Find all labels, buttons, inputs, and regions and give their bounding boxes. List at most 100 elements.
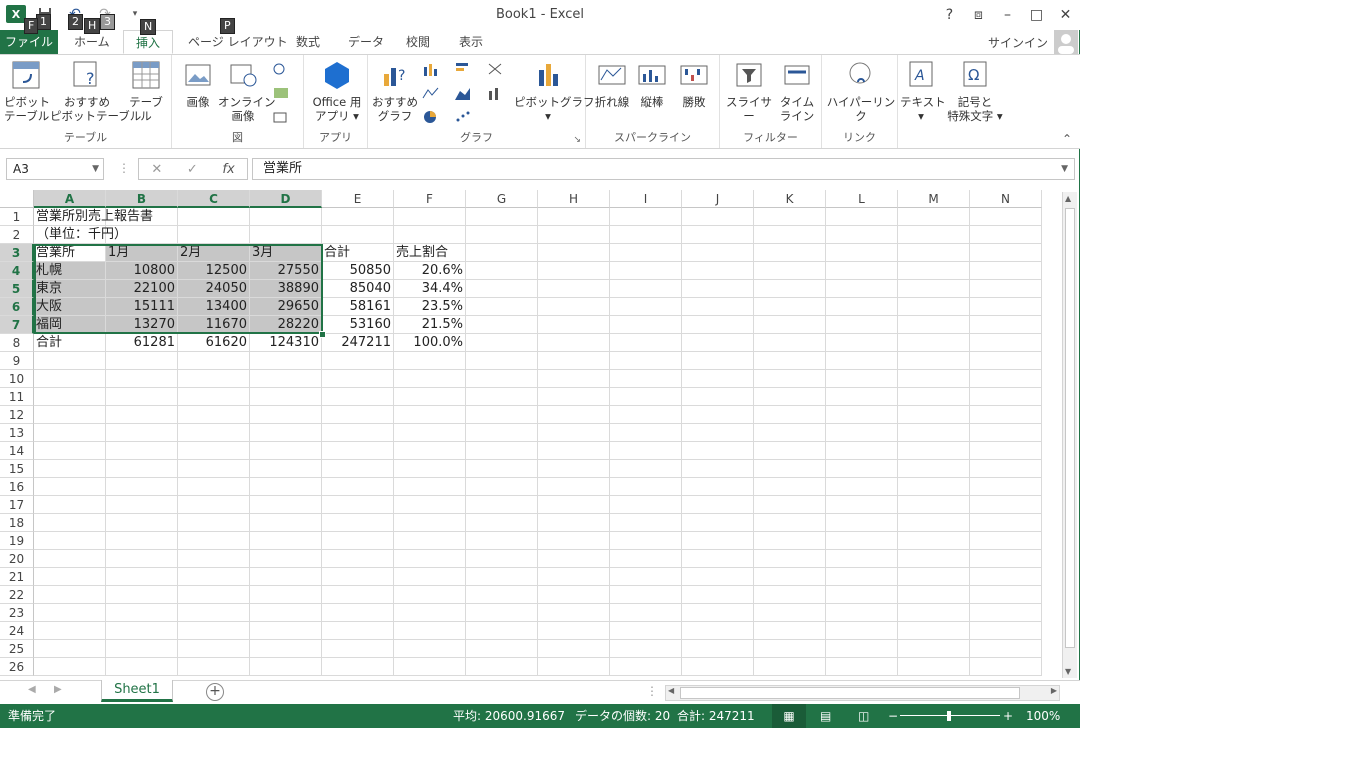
cell-h7[interactable] <box>538 316 610 334</box>
cell-a16[interactable] <box>34 478 106 496</box>
cell-b16[interactable] <box>106 478 178 496</box>
cell-c14[interactable] <box>178 442 250 460</box>
cell-d7[interactable]: 28220 <box>250 316 322 334</box>
sparkline-winloss-button[interactable]: 勝敗 <box>674 59 714 109</box>
cell-j12[interactable] <box>682 406 754 424</box>
table-button[interactable]: テーブル <box>124 59 168 123</box>
cell-d26[interactable] <box>250 658 322 676</box>
cell-m18[interactable] <box>898 514 970 532</box>
zoom-slider-thumb[interactable] <box>947 711 951 721</box>
cell-g3[interactable] <box>466 244 538 262</box>
cell-a6[interactable]: 大阪 <box>34 298 106 316</box>
cell-l22[interactable] <box>826 586 898 604</box>
status-sum[interactable]: 合計: 247211 <box>677 704 755 728</box>
cell-g15[interactable] <box>466 460 538 478</box>
row-header-18[interactable]: 18 <box>0 514 34 532</box>
cell-a12[interactable] <box>34 406 106 424</box>
cell-i20[interactable] <box>610 550 682 568</box>
cell-l6[interactable] <box>826 298 898 316</box>
cell-m3[interactable] <box>898 244 970 262</box>
cell-h15[interactable] <box>538 460 610 478</box>
cell-i14[interactable] <box>610 442 682 460</box>
cell-e22[interactable] <box>322 586 394 604</box>
cell-k14[interactable] <box>754 442 826 460</box>
cell-n15[interactable] <box>970 460 1042 478</box>
cell-m17[interactable] <box>898 496 970 514</box>
cell-a22[interactable] <box>34 586 106 604</box>
cell-f10[interactable] <box>394 370 466 388</box>
column-header-g[interactable]: G <box>466 190 538 208</box>
cell-d17[interactable] <box>250 496 322 514</box>
pie-chart-icon[interactable] <box>422 109 440 125</box>
row-header-3[interactable]: 3 <box>0 244 34 262</box>
cell-i21[interactable] <box>610 568 682 586</box>
maximize-button[interactable]: □ <box>1022 2 1051 28</box>
cell-k24[interactable] <box>754 622 826 640</box>
cell-k8[interactable] <box>754 334 826 352</box>
line-chart-icon[interactable] <box>422 85 440 101</box>
cell-n10[interactable] <box>970 370 1042 388</box>
cell-k23[interactable] <box>754 604 826 622</box>
cell-l14[interactable] <box>826 442 898 460</box>
cell-a26[interactable] <box>34 658 106 676</box>
cell-a18[interactable] <box>34 514 106 532</box>
cell-i12[interactable] <box>610 406 682 424</box>
cell-l15[interactable] <box>826 460 898 478</box>
cell-h9[interactable] <box>538 352 610 370</box>
scroll-right-icon[interactable]: ▶ <box>1051 686 1057 695</box>
cell-m24[interactable] <box>898 622 970 640</box>
cell-i10[interactable] <box>610 370 682 388</box>
help-button[interactable]: ? <box>935 2 964 28</box>
row-header-20[interactable]: 20 <box>0 550 34 568</box>
column-header-k[interactable]: K <box>754 190 826 208</box>
cell-m23[interactable] <box>898 604 970 622</box>
cell-f14[interactable] <box>394 442 466 460</box>
cell-a25[interactable] <box>34 640 106 658</box>
cell-l10[interactable] <box>826 370 898 388</box>
cell-h20[interactable] <box>538 550 610 568</box>
cell-i7[interactable] <box>610 316 682 334</box>
dialog-launcher-icon[interactable]: ↘ <box>573 135 581 145</box>
cell-b26[interactable] <box>106 658 178 676</box>
cell-f8[interactable]: 100.0% <box>394 334 466 352</box>
cell-e5[interactable]: 85040 <box>322 280 394 298</box>
cell-n16[interactable] <box>970 478 1042 496</box>
cell-d11[interactable] <box>250 388 322 406</box>
prev-sheet-icon[interactable]: ◀ <box>28 684 36 695</box>
cell-e8[interactable]: 247211 <box>322 334 394 352</box>
cell-i1[interactable] <box>610 208 682 226</box>
smartart-icon[interactable] <box>272 85 290 101</box>
cell-j18[interactable] <box>682 514 754 532</box>
cell-a10[interactable] <box>34 370 106 388</box>
cell-g16[interactable] <box>466 478 538 496</box>
cell-k25[interactable] <box>754 640 826 658</box>
pictures-button[interactable]: 画像 <box>180 59 216 109</box>
cell-j5[interactable] <box>682 280 754 298</box>
cell-b22[interactable] <box>106 586 178 604</box>
zoom-in-button[interactable]: + <box>1003 704 1013 728</box>
cell-d23[interactable] <box>250 604 322 622</box>
stock-chart-icon[interactable] <box>486 61 504 77</box>
combo-chart-icon[interactable] <box>486 85 504 101</box>
tab-insert[interactable]: 挿入 N <box>123 19 173 54</box>
cell-c9[interactable] <box>178 352 250 370</box>
cell-m26[interactable] <box>898 658 970 676</box>
cell-d14[interactable] <box>250 442 322 460</box>
cell-b9[interactable] <box>106 352 178 370</box>
cell-c2[interactable] <box>178 226 250 244</box>
cell-c11[interactable] <box>178 388 250 406</box>
zoom-out-button[interactable]: − <box>888 704 898 728</box>
cell-a3[interactable]: 営業所 <box>34 244 106 262</box>
cell-a7[interactable]: 福岡 <box>34 316 106 334</box>
cell-k2[interactable] <box>754 226 826 244</box>
cell-c16[interactable] <box>178 478 250 496</box>
cell-j24[interactable] <box>682 622 754 640</box>
tab-formulas[interactable]: 数式 <box>288 30 328 54</box>
cell-k9[interactable] <box>754 352 826 370</box>
cell-m13[interactable] <box>898 424 970 442</box>
cell-i9[interactable] <box>610 352 682 370</box>
office-apps-button[interactable]: Office 用 アプリ ▾ <box>308 59 366 123</box>
cell-f12[interactable] <box>394 406 466 424</box>
cell-l1[interactable] <box>826 208 898 226</box>
cell-m5[interactable] <box>898 280 970 298</box>
